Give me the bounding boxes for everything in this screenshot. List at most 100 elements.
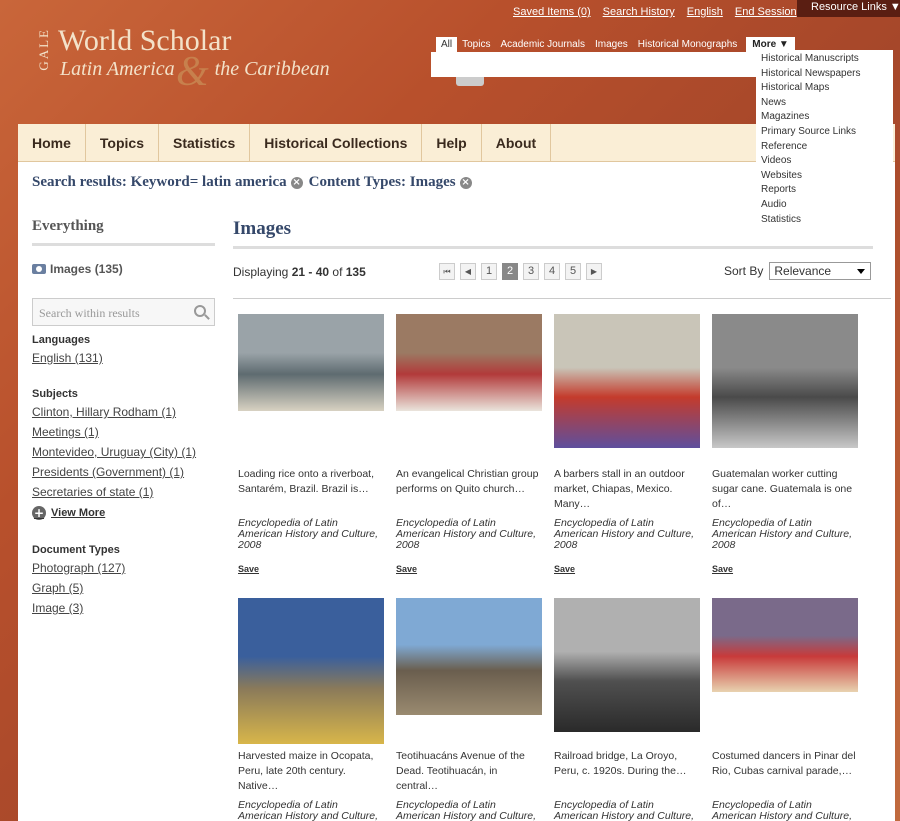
result-caption[interactable]: Harvested maize in Ocopata, Peru, late 2… bbox=[238, 749, 384, 794]
search-tab-historical-monographs[interactable]: Historical Monographs bbox=[633, 37, 743, 52]
result-source: Encyclopedia of Latin American History a… bbox=[238, 799, 379, 821]
search-tab-topics[interactable]: Topics bbox=[457, 37, 495, 52]
result-source: Encyclopedia of Latin American History a… bbox=[712, 799, 853, 821]
facet-subject[interactable]: Meetings (1) bbox=[32, 425, 215, 440]
more-menu-item[interactable]: Historical Manuscripts bbox=[761, 52, 888, 67]
next-page-icon[interactable]: ▶ bbox=[586, 263, 602, 280]
result-thumbnail[interactable] bbox=[396, 598, 542, 715]
page-5[interactable]: 5 bbox=[565, 263, 581, 280]
end-session-link[interactable]: End Session bbox=[735, 6, 797, 18]
nav-historical-collections[interactable]: Historical Collections bbox=[250, 124, 423, 161]
more-menu-item[interactable]: Historical Maps bbox=[761, 81, 888, 96]
subjects-heading: Subjects bbox=[32, 388, 78, 400]
facet-language-english[interactable]: English (131) bbox=[32, 351, 215, 366]
nav-topics[interactable]: Topics bbox=[86, 124, 159, 161]
images-count-label: Images (135) bbox=[50, 262, 123, 276]
sort-control: Sort By Relevance bbox=[724, 262, 872, 280]
remove-keyword-icon[interactable]: × bbox=[290, 176, 303, 189]
nav-about[interactable]: About bbox=[482, 124, 552, 161]
more-menu-item[interactable]: Statistics bbox=[761, 213, 888, 228]
facet-doctype[interactable]: Graph (5) bbox=[32, 581, 215, 596]
page-3[interactable]: 3 bbox=[523, 263, 539, 280]
result-source: Encyclopedia of Latin American History a… bbox=[238, 517, 379, 551]
search-input[interactable] bbox=[431, 52, 759, 77]
nav-help[interactable]: Help bbox=[422, 124, 482, 161]
images-count[interactable]: Images (135) bbox=[32, 262, 215, 276]
language-link[interactable]: English bbox=[687, 6, 723, 18]
result-caption[interactable]: Teotihuacáns Avenue of the Dead. Teotihu… bbox=[396, 749, 542, 794]
result-caption[interactable]: Loading rice onto a riverboat, Santarém,… bbox=[238, 467, 384, 512]
view-more-subjects[interactable]: + View More bbox=[32, 506, 215, 520]
header: GALE World Scholar Latin America the Car… bbox=[0, 0, 900, 230]
facet-subject[interactable]: Secretaries of state (1) bbox=[32, 485, 215, 500]
search-icon[interactable] bbox=[194, 305, 206, 317]
page-1[interactable]: 1 bbox=[481, 263, 497, 280]
page-4[interactable]: 4 bbox=[544, 263, 560, 280]
search-tab-academic-journals[interactable]: Academic Journals bbox=[495, 37, 589, 52]
more-menu-item[interactable]: Videos bbox=[761, 154, 888, 169]
result-caption[interactable]: Guatemalan worker cutting sugar cane. Gu… bbox=[712, 467, 858, 512]
more-menu-item[interactable]: Reference bbox=[761, 140, 888, 155]
page-2[interactable]: 2 bbox=[502, 263, 518, 280]
document-types-heading: Document Types bbox=[32, 544, 120, 556]
result-caption[interactable]: A barbers stall in an outdoor market, Ch… bbox=[554, 467, 700, 512]
facet-subject[interactable]: Presidents (Government) (1) bbox=[32, 465, 215, 480]
results-toolbar: Displaying 21 - 40 of 135 ⏮ ◀ 1 2 3 4 5 … bbox=[233, 249, 891, 299]
utility-links: Saved Items (0) Search History English E… bbox=[513, 6, 797, 18]
main-panel: Search results: Keyword= latin america ×… bbox=[18, 162, 895, 821]
result-thumbnail[interactable] bbox=[712, 598, 858, 692]
result-caption[interactable]: Costumed dancers in Pinar del Rio, Cubas… bbox=[712, 749, 858, 794]
result-source: Encyclopedia of Latin American History a… bbox=[712, 517, 853, 551]
facet-subject[interactable]: Montevideo, Uruguay (City) (1) bbox=[32, 445, 215, 460]
more-menu-item[interactable]: News bbox=[761, 96, 888, 111]
result-card: Harvested maize in Ocopata, Peru, late 2… bbox=[238, 598, 384, 821]
facet-doctype[interactable]: Image (3) bbox=[32, 601, 215, 616]
search-within-results-input[interactable]: Search within results bbox=[32, 298, 215, 326]
result-card: A barbers stall in an outdoor market, Ch… bbox=[554, 314, 700, 574]
save-link[interactable]: Save bbox=[712, 564, 858, 574]
facet-doctype[interactable]: Photograph (127) bbox=[32, 561, 215, 576]
search-history-link[interactable]: Search History bbox=[603, 6, 675, 18]
result-thumbnail[interactable] bbox=[396, 314, 542, 411]
saved-items-link[interactable]: Saved Items (0) bbox=[513, 6, 591, 18]
pagination: ⏮ ◀ 1 2 3 4 5 ▶ bbox=[439, 263, 602, 280]
more-menu-item[interactable]: Magazines bbox=[761, 110, 888, 125]
result-caption[interactable]: An evangelical Christian group performs … bbox=[396, 467, 542, 512]
results-content: Images Displaying 21 - 40 of 135 ⏮ ◀ 1 2… bbox=[233, 218, 891, 821]
search-tab-all[interactable]: All bbox=[436, 37, 458, 52]
result-card: An evangelical Christian group performs … bbox=[396, 314, 542, 574]
result-thumbnail[interactable] bbox=[238, 598, 384, 744]
remove-content-type-icon[interactable]: × bbox=[459, 176, 472, 189]
result-caption[interactable]: Railroad bridge, La Oroyo, Peru, c. 1920… bbox=[554, 749, 700, 794]
result-card: Railroad bridge, La Oroyo, Peru, c. 1920… bbox=[554, 598, 700, 821]
more-menu-item[interactable]: Websites bbox=[761, 169, 888, 184]
result-thumbnail[interactable] bbox=[554, 314, 700, 448]
save-link[interactable]: Save bbox=[554, 564, 700, 574]
plus-icon: + bbox=[32, 506, 46, 520]
result-thumbnail[interactable] bbox=[238, 314, 384, 411]
result-source: Encyclopedia of Latin American History a… bbox=[554, 517, 695, 551]
more-menu-item[interactable]: Audio bbox=[761, 198, 888, 213]
content-type-criterion: Content Types: Images bbox=[308, 174, 456, 190]
search-tabs: All Topics Academic Journals Images Hist… bbox=[436, 37, 795, 52]
first-page-icon[interactable]: ⏮ bbox=[439, 263, 455, 280]
resource-links-button[interactable]: Resource Links ▼ bbox=[797, 0, 900, 17]
save-link[interactable]: Save bbox=[396, 564, 542, 574]
result-card: Guatemalan worker cutting sugar cane. Gu… bbox=[712, 314, 858, 574]
nav-home[interactable]: Home bbox=[18, 124, 86, 161]
displaying-count: Displaying 21 - 40 of 135 bbox=[233, 265, 366, 279]
prev-page-icon[interactable]: ◀ bbox=[460, 263, 476, 280]
result-thumbnail[interactable] bbox=[712, 314, 858, 448]
save-link[interactable]: Save bbox=[238, 564, 384, 574]
search-tab-images[interactable]: Images bbox=[590, 37, 633, 52]
facet-subject[interactable]: Clinton, Hillary Rodham (1) bbox=[32, 405, 215, 420]
result-card: Teotihuacáns Avenue of the Dead. Teotihu… bbox=[396, 598, 542, 821]
result-thumbnail[interactable] bbox=[554, 598, 700, 732]
more-menu-item[interactable]: Reports bbox=[761, 183, 888, 198]
sort-select[interactable]: Relevance bbox=[769, 262, 872, 280]
more-menu-item[interactable]: Historical Newspapers bbox=[761, 67, 888, 82]
search-options-toggle[interactable] bbox=[456, 77, 484, 86]
nav-statistics[interactable]: Statistics bbox=[159, 124, 251, 161]
everything-link[interactable]: Everything bbox=[32, 218, 215, 246]
more-menu-item[interactable]: Primary Source Links bbox=[761, 125, 888, 140]
